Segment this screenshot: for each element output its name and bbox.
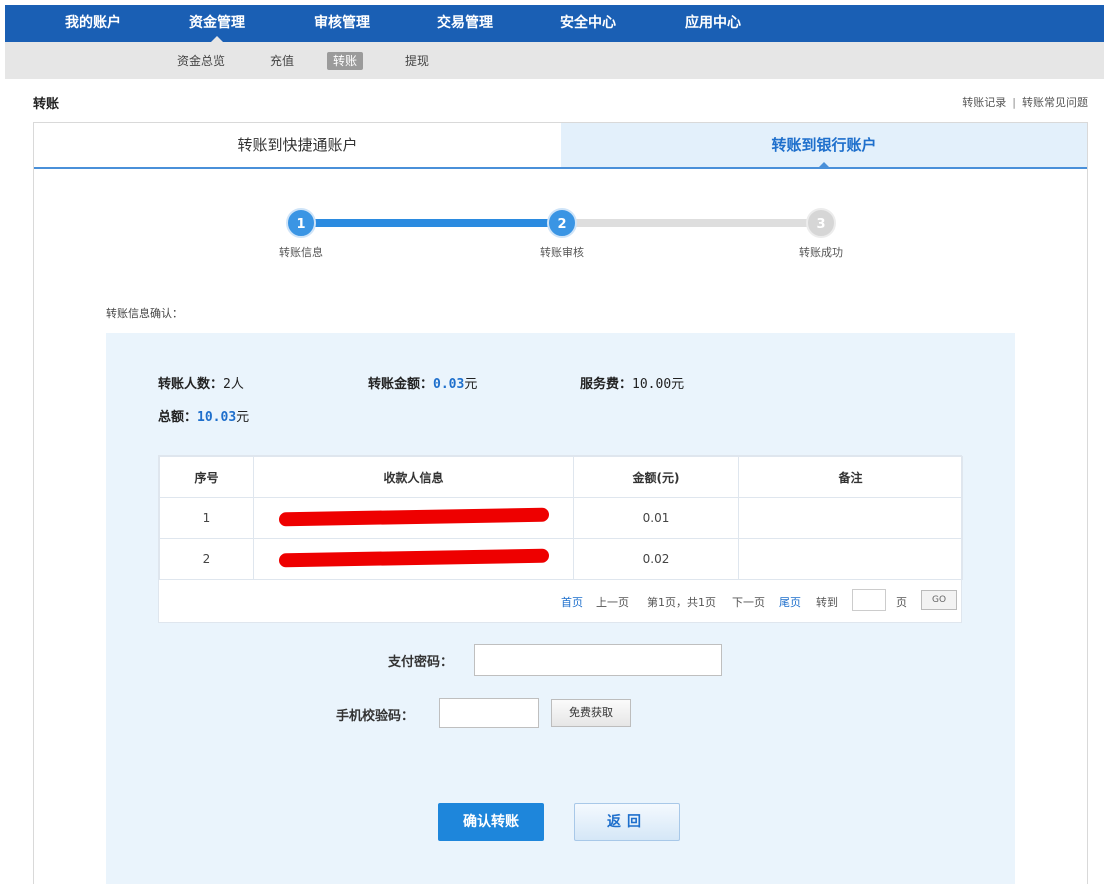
pay-password-input[interactable] xyxy=(474,644,722,676)
amount-label: 转账金额： xyxy=(368,377,434,392)
transfer-tabs: 转账到快捷通账户 转账到银行账户 xyxy=(34,123,1087,169)
step-progress-todo xyxy=(562,219,822,227)
confirm-transfer-button[interactable]: 确认转账 xyxy=(438,803,544,841)
confirm-box: 转账人数：2人 转账金额：0.03元 服务费：10.00元 总额：10.03元 … xyxy=(106,333,1015,884)
col-header-no: 序号 xyxy=(159,456,254,498)
pager-page-unit: 页 xyxy=(896,596,907,609)
pager: 首页 上一页 第1页，共1页 下一页 尾页 转到 页 GO xyxy=(159,580,961,622)
step-3-dot: 3 xyxy=(806,208,836,238)
pay-password-label: 支付密码： xyxy=(388,655,454,670)
tab-transfer-to-kjt-account[interactable]: 转账到快捷通账户 xyxy=(34,123,561,167)
redaction-mark xyxy=(278,548,549,567)
summary-amount: 转账金额：0.03元 xyxy=(368,373,477,392)
cell-payee-redacted xyxy=(253,538,574,580)
nav-audit-management[interactable]: 审核管理 xyxy=(304,5,380,42)
summary-fee: 服务费：10.00元 xyxy=(580,373,684,392)
total-label: 总额： xyxy=(158,410,198,425)
cell-payee-redacted xyxy=(253,497,574,539)
pager-goto-label: 转到 xyxy=(816,596,838,609)
tab-transfer-to-bank-account[interactable]: 转账到银行账户 xyxy=(561,123,1087,169)
transfer-panel: 转账到快捷通账户 转账到银行账户 1 2 3 转账信息 转账审核 转账成功 转账… xyxy=(33,122,1088,884)
pager-next[interactable]: 下一页 xyxy=(732,594,765,610)
step-2-dot: 2 xyxy=(547,208,577,238)
step-1-dot: 1 xyxy=(286,208,316,238)
step-3-label: 转账成功 xyxy=(799,246,843,259)
pager-prev[interactable]: 上一页 xyxy=(596,594,629,610)
total-value: 10.03 xyxy=(197,410,237,425)
cell-amount: 0.01 xyxy=(573,497,739,539)
nav-trade-management[interactable]: 交易管理 xyxy=(427,5,503,42)
pager-page-input[interactable] xyxy=(852,589,886,611)
table-row: 2 0.02 xyxy=(159,538,963,580)
top-nav: 我的账户 资金管理 审核管理 交易管理 安全中心 应用中心 xyxy=(5,5,1104,42)
transfer-records-link[interactable]: 转账记录 xyxy=(962,96,1006,109)
subnav-transfer[interactable]: 转账 xyxy=(327,52,364,70)
col-header-note: 备注 xyxy=(738,456,963,498)
sub-nav: 资金总览 充值 转账 提现 xyxy=(5,42,1104,79)
transfer-faq-link[interactable]: 转账常见问题 xyxy=(1022,96,1088,109)
subnav-fund-overview[interactable]: 资金总览 xyxy=(177,52,225,70)
table-header-row: 序号 收款人信息 金额(元) 备注 xyxy=(159,456,963,498)
total-unit: 元 xyxy=(236,410,250,425)
col-header-payee: 收款人信息 xyxy=(253,456,574,498)
summary-count: 转账人数：2人 xyxy=(158,373,244,392)
table-row: 1 0.01 xyxy=(159,497,963,539)
sms-code-label: 手机校验码： xyxy=(336,709,415,724)
sms-code-input[interactable] xyxy=(439,698,539,728)
nav-app-center[interactable]: 应用中心 xyxy=(675,5,751,42)
col-header-amount: 金额(元) xyxy=(573,456,739,498)
count-label: 转账人数： xyxy=(158,377,224,392)
summary-total: 总额：10.03元 xyxy=(158,406,249,425)
cell-no: 2 xyxy=(159,538,254,580)
nav-security-center[interactable]: 安全中心 xyxy=(550,5,626,42)
back-button[interactable]: 返回 xyxy=(574,803,680,841)
top-links: 转账记录 | 转账常见问题 xyxy=(962,94,1088,110)
step-progress-done xyxy=(306,219,562,227)
payee-table: 序号 收款人信息 金额(元) 备注 1 0.01 2 0.02 首页 上一页 第… xyxy=(158,455,963,623)
cell-note xyxy=(738,497,963,539)
cell-note xyxy=(738,538,963,580)
cell-amount: 0.02 xyxy=(573,538,739,580)
redaction-mark xyxy=(278,507,549,526)
nav-my-account[interactable]: 我的账户 xyxy=(55,5,131,42)
link-separator: | xyxy=(1012,96,1016,109)
step-1-label: 转账信息 xyxy=(279,246,323,259)
pager-go-button[interactable]: GO xyxy=(921,590,957,610)
amount-value: 0.03 xyxy=(433,377,465,392)
get-sms-code-button[interactable]: 免费获取 xyxy=(551,699,631,727)
cell-no: 1 xyxy=(159,497,254,539)
pager-info: 第1页，共1页 xyxy=(647,596,716,609)
pager-last[interactable]: 尾页 xyxy=(779,594,801,610)
confirm-info-label: 转账信息确认： xyxy=(106,307,183,320)
step-2-label: 转账审核 xyxy=(540,246,584,259)
pager-first[interactable]: 首页 xyxy=(561,594,583,610)
page-title: 转账 xyxy=(33,97,60,112)
nav-fund-management[interactable]: 资金管理 xyxy=(179,5,255,42)
count-value: 2人 xyxy=(223,377,244,392)
fee-value: 10.00元 xyxy=(632,377,685,392)
amount-unit: 元 xyxy=(464,377,478,392)
fee-label: 服务费： xyxy=(580,377,633,392)
subnav-recharge[interactable]: 充值 xyxy=(270,52,294,70)
subnav-withdraw[interactable]: 提现 xyxy=(405,52,429,70)
